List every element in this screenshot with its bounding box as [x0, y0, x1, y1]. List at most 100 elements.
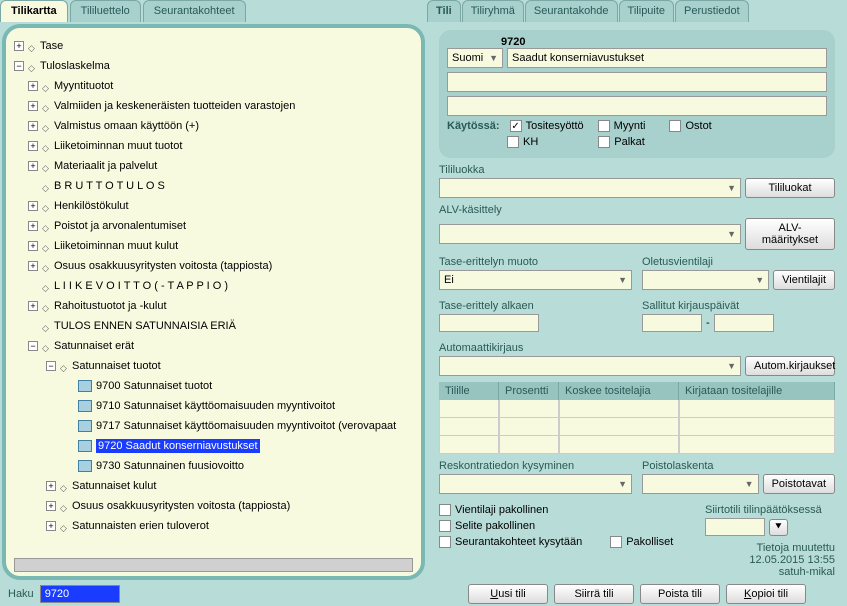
tililuokat-button[interactable]: Tililuokat [745, 178, 835, 198]
tab-tili[interactable]: Tili [427, 0, 461, 22]
collapse-icon[interactable]: − [14, 61, 24, 71]
poista-tili-button[interactable]: Poista tili [640, 584, 720, 604]
tree-node[interactable]: +Materiaalit ja palvelut [10, 156, 417, 176]
chk-label: Vientilaji pakollinen [455, 504, 548, 516]
account-tree: +Tase −Tuloslaskelma +Myyntituotot +Valm… [2, 24, 425, 580]
reskontra-select[interactable]: ▼ [439, 474, 632, 494]
checkbox-selite-pakollinen[interactable] [439, 520, 451, 532]
expand-icon[interactable]: + [46, 501, 56, 511]
tree-node[interactable]: −Satunnaiset erät [10, 336, 417, 356]
tab-tiliryhma[interactable]: Tiliryhmä [462, 0, 524, 22]
tree-node[interactable]: +Satunnaiset kulut [10, 476, 417, 496]
checkbox-tositesyotto[interactable] [510, 120, 522, 132]
collapse-icon[interactable]: − [46, 361, 56, 371]
tab-tilipuite[interactable]: Tilipuite [619, 0, 675, 22]
tree-node-tase[interactable]: +Tase [10, 36, 417, 56]
tab-tilikartta[interactable]: Tilikartta [0, 0, 68, 22]
expand-icon[interactable]: + [28, 161, 38, 171]
expand-icon[interactable]: + [28, 81, 38, 91]
tase-erittely-select[interactable]: Ei▼ [439, 270, 632, 290]
language-select[interactable]: Suomi▼ [447, 48, 503, 68]
date-to-input[interactable] [714, 314, 774, 332]
poistotavat-button[interactable]: Poistotavat [763, 474, 835, 494]
tree-leaf[interactable]: 9700 Satunnaiset tuotot [10, 376, 417, 396]
account-number: 9720 [501, 36, 827, 48]
expand-icon[interactable]: + [28, 261, 38, 271]
alv-maaritykset-button[interactable]: ALV-määritykset [745, 218, 835, 250]
tree-leaf[interactable]: 9730 Satunnainen fuusiovoitto [10, 456, 417, 476]
collapse-icon[interactable]: − [28, 341, 38, 351]
vientilajit-button[interactable]: Vientilajit [773, 270, 835, 290]
chk-label: Ostot [685, 120, 711, 132]
tree-node[interactable]: −Satunnaiset tuotot [10, 356, 417, 376]
account-icon [78, 380, 92, 392]
checkbox-palkat[interactable] [598, 136, 610, 148]
tree-leaf[interactable]: 9710 Satunnaiset käyttöomaisuuden myynti… [10, 396, 417, 416]
expand-icon[interactable]: + [14, 41, 24, 51]
tree-leaf-selected[interactable]: 9720 Saadut konserniavustukset [10, 436, 417, 456]
siirtotili-lookup-button[interactable]: ⯆ [769, 519, 788, 536]
uusi-tili-button[interactable]: UUusi tiliusi tili [468, 584, 548, 604]
search-label: Haku [8, 588, 34, 600]
tab-perustiedot[interactable]: Perustiedot [675, 0, 749, 22]
expand-icon[interactable]: + [28, 101, 38, 111]
tree-node[interactable]: TULOS ENNEN SATUNNAISIA ERIÄ [10, 316, 417, 336]
tree-node[interactable]: +Liiketoiminnan muut kulut [10, 236, 417, 256]
account-icon [78, 460, 92, 472]
account-desc2-input[interactable] [447, 96, 827, 116]
tree-node[interactable]: +Poistot ja arvonalentumiset [10, 216, 417, 236]
horizontal-scrollbar[interactable] [14, 558, 413, 572]
expand-icon[interactable]: + [28, 241, 38, 251]
checkbox-myynti[interactable] [598, 120, 610, 132]
reskontra-label: Reskontratiedon kysyminen [439, 460, 632, 472]
oletusvienti-select[interactable]: ▼ [642, 270, 769, 290]
expand-icon[interactable]: + [28, 121, 38, 131]
date-from-input[interactable] [642, 314, 702, 332]
tree-node[interactable]: +Rahoitustuotot ja -kulut [10, 296, 417, 316]
tree-node[interactable]: +Valmistus omaan käyttöön (+) [10, 116, 417, 136]
expand-icon[interactable]: + [28, 221, 38, 231]
autokirjaus-select[interactable]: ▼ [439, 356, 741, 376]
tree-node[interactable]: +Myyntituotot [10, 76, 417, 96]
tree-leaf[interactable]: 9717 Satunnaiset käyttöomaisuuden myynti… [10, 416, 417, 436]
tree-node[interactable]: +Satunnaisten erien tuloverot [10, 516, 417, 536]
tree-node[interactable]: +Liiketoiminnan muut tuotot [10, 136, 417, 156]
checkbox-pakolliset[interactable] [610, 536, 622, 548]
tase-alkaen-input[interactable] [439, 314, 539, 332]
checkbox-kh[interactable] [507, 136, 519, 148]
tree-node[interactable]: L I I K E V O I T T O ( - T A P P I O ) [10, 276, 417, 296]
tree-node-tuloslaskelma[interactable]: −Tuloslaskelma [10, 56, 417, 76]
tree-node[interactable]: +Osuus osakkuusyritysten voitosta (tappi… [10, 496, 417, 516]
tree-node[interactable]: +Henkilöstökulut [10, 196, 417, 216]
grid-row[interactable] [439, 400, 835, 418]
siirra-tili-button[interactable]: Siirrä tili [554, 584, 634, 604]
expand-icon[interactable]: + [28, 141, 38, 151]
siirtotili-input[interactable] [705, 518, 765, 536]
account-desc-input[interactable] [447, 72, 827, 92]
tab-seurantakohteet[interactable]: Seurantakohteet [143, 0, 246, 22]
checkbox-seurantakohteet-kysytaan[interactable] [439, 536, 451, 548]
grid-row[interactable] [439, 418, 835, 436]
search-input[interactable] [40, 585, 120, 603]
account-name-input[interactable] [507, 48, 827, 68]
expand-icon[interactable]: + [46, 481, 56, 491]
chk-label: Myynti [614, 120, 646, 132]
kopioi-tili-button[interactable]: Kopioi tili [726, 584, 806, 604]
expand-icon[interactable]: + [28, 201, 38, 211]
checkbox-ostot[interactable] [669, 120, 681, 132]
checkbox-vientilaji-pakollinen[interactable] [439, 504, 451, 516]
chevron-down-icon: ▼ [727, 183, 736, 193]
tree-node[interactable]: B R U T T O T U L O S [10, 176, 417, 196]
sallitut-label: Sallitut kirjauspäivät [642, 300, 835, 312]
expand-icon[interactable]: + [46, 521, 56, 531]
autokirjaukset-button[interactable]: Autom.kirjaukset [745, 356, 835, 376]
tab-seurantakohde[interactable]: Seurantakohde [525, 0, 618, 22]
expand-icon[interactable]: + [28, 301, 38, 311]
alv-select[interactable]: ▼ [439, 224, 741, 244]
grid-row[interactable] [439, 436, 835, 454]
tab-tililuettelo[interactable]: Tililuettelo [70, 0, 141, 22]
tree-node[interactable]: +Valmiiden ja keskeneräisten tuotteiden … [10, 96, 417, 116]
tililuokka-select[interactable]: ▼ [439, 178, 741, 198]
poistolaskenta-select[interactable]: ▼ [642, 474, 759, 494]
tree-node[interactable]: +Osuus osakkuusyritysten voitosta (tappi… [10, 256, 417, 276]
